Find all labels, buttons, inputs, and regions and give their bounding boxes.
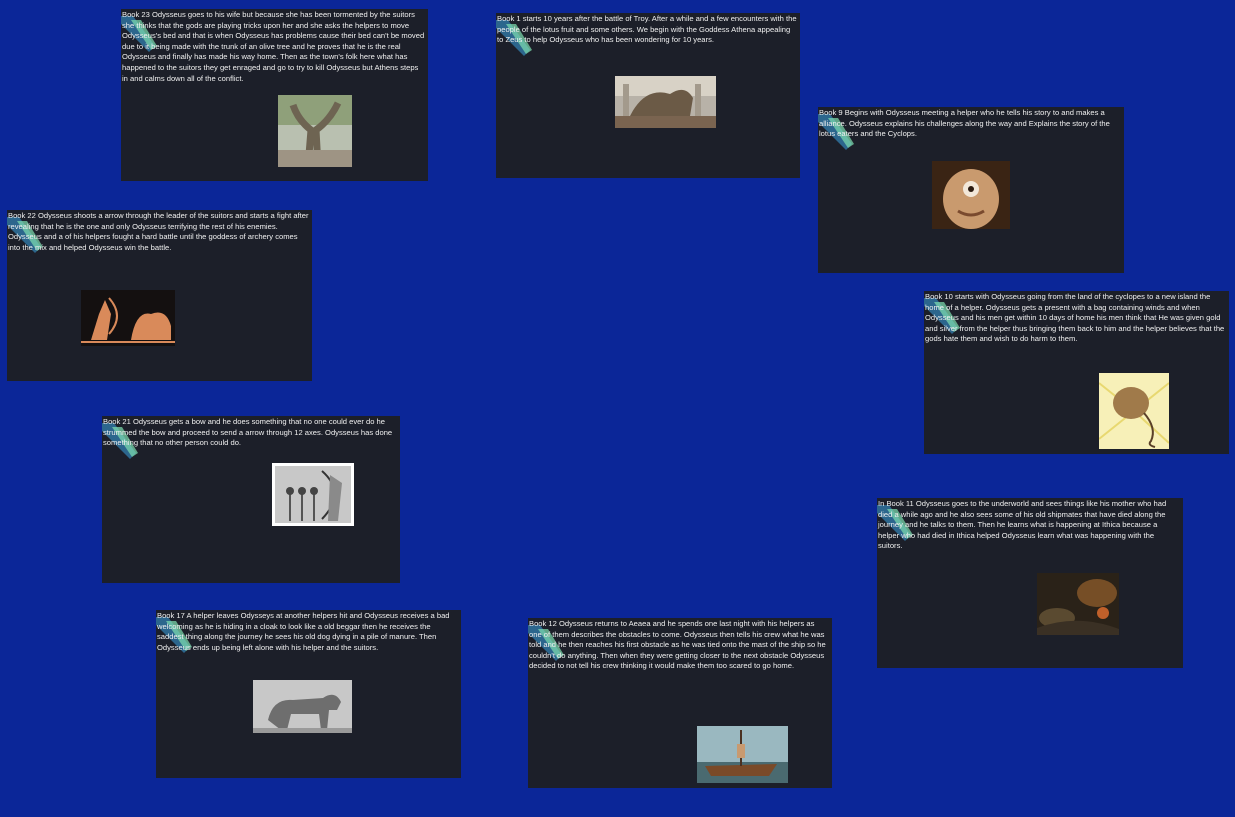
card-text: Book 17 A helper leaves Odysseys at anot… bbox=[157, 611, 450, 652]
canvas-board: { "cards": [ {"id":"book23","text":"Book… bbox=[0, 0, 1235, 817]
card-book-1[interactable]: Book 1 starts 10 years after the battle … bbox=[496, 13, 800, 178]
card-book-9[interactable]: Book 9 Begins with Odysseus meeting a he… bbox=[818, 107, 1124, 273]
image-olive-tree-bed[interactable] bbox=[278, 95, 352, 167]
card-book-11[interactable]: In Book 11 Odysseus goes to the underwor… bbox=[877, 498, 1183, 668]
card-text: Book 23 Odysseus goes to his wife but be… bbox=[122, 10, 425, 83]
image-cyclops-face[interactable] bbox=[932, 161, 1010, 229]
image-ship-at-sea[interactable] bbox=[697, 726, 788, 783]
card-text: Book 12 Odysseus returns to Aeaea and he… bbox=[529, 619, 826, 671]
card-text: In Book 11 Odysseus goes to the underwor… bbox=[878, 499, 1167, 551]
image-trojan-horse[interactable] bbox=[615, 76, 716, 128]
card-book-21[interactable]: Book 21 Odysseus gets a bow and he does … bbox=[102, 416, 400, 583]
card-text: Book 22 Odysseus shoots a arrow through … bbox=[8, 211, 309, 252]
card-book-23[interactable]: Book 23 Odysseus goes to his wife but be… bbox=[121, 9, 428, 181]
card-text: Book 10 starts with Odysseus going from … bbox=[925, 292, 1225, 344]
card-book-22[interactable]: Book 22 Odysseus shoots a arrow through … bbox=[7, 210, 312, 381]
card-text: Book 21 Odysseus gets a bow and he does … bbox=[103, 417, 393, 448]
image-archer-vase[interactable] bbox=[81, 290, 175, 346]
card-text: Book 1 starts 10 years after the battle … bbox=[497, 14, 797, 45]
card-text: Book 9 Begins with Odysseus meeting a he… bbox=[819, 108, 1110, 139]
image-underworld[interactable] bbox=[1037, 573, 1119, 635]
image-bow-and-axes[interactable] bbox=[272, 463, 354, 526]
card-book-10[interactable]: Book 10 starts with Odysseus going from … bbox=[924, 291, 1229, 454]
card-book-17[interactable]: Book 17 A helper leaves Odysseys at anot… bbox=[156, 610, 461, 778]
card-book-12[interactable]: Book 12 Odysseus returns to Aeaea and he… bbox=[528, 618, 832, 788]
image-bag-of-winds[interactable] bbox=[1099, 373, 1169, 449]
image-old-dog[interactable] bbox=[253, 680, 352, 733]
